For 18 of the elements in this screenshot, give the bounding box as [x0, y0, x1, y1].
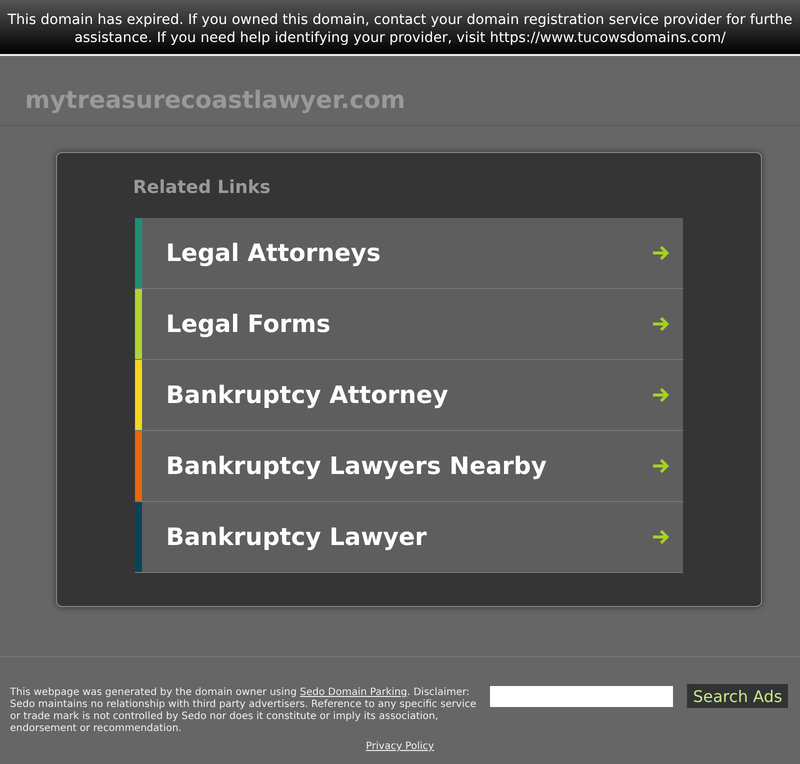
search-field[interactable]	[490, 686, 673, 706]
related-link[interactable]: Legal Forms	[135, 289, 683, 360]
disclaimer-text: This webpage was generated by the domain owner using Sedo Domain Parking. Disclaimer: Sedo maintains no relationship with third party advertisers. Reference to any specific service or trade mark is not controlled by Sedo nor does it constitute or imply its association, endorsement or recommendation.	[10, 687, 478, 735]
banner-text: This domain has expired. If you owned this domain, contact your domain registration service provider for furthe	[6, 11, 794, 29]
arrow-icon	[652, 458, 670, 474]
related-link[interactable]: Bankruptcy Attorney	[135, 360, 683, 431]
search-button[interactable]: Search Ads	[687, 684, 788, 708]
arrow-icon	[652, 529, 670, 545]
arrow-icon	[652, 245, 670, 261]
arrow-icon	[652, 387, 670, 403]
privacy-link[interactable]: Privacy Policy	[366, 741, 434, 752]
section-title: Related Links	[133, 177, 272, 198]
banner-text: assistance. If you need help identifying your provider, visit https://www.tucowsdomains.com/	[73, 29, 727, 47]
related-link[interactable]: Bankruptcy Lawyers Nearby	[135, 431, 683, 502]
sedo-link[interactable]: Sedo Domain Parking	[300, 687, 408, 698]
arrow-icon	[652, 316, 670, 332]
related-link[interactable]: Legal Attorneys	[135, 218, 683, 289]
related-link[interactable]: Bankruptcy Lawyer	[135, 502, 683, 573]
